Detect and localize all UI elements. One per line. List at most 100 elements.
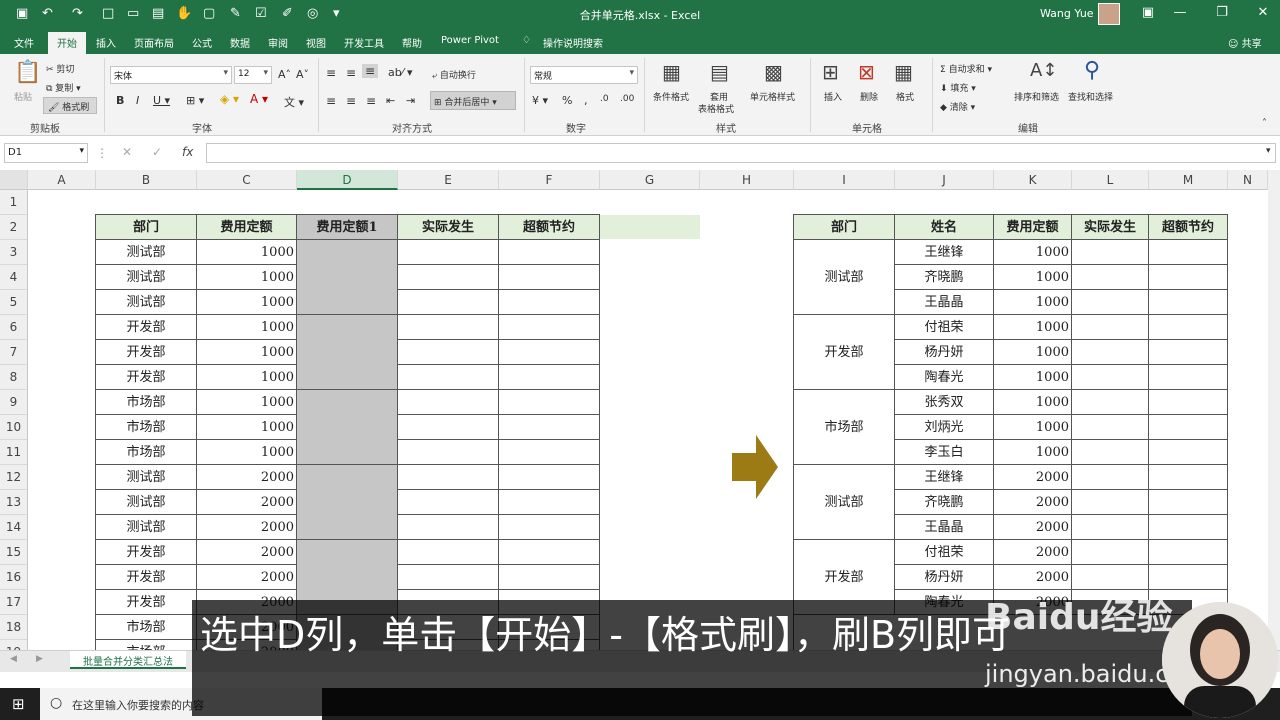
table-row-actual[interactable] (398, 265, 499, 290)
table-row-quota1[interactable] (297, 465, 398, 490)
align-right-icon[interactable]: ≡ (366, 94, 376, 108)
table-row-name[interactable]: 王晶晶 (895, 515, 994, 540)
conditional-format-icon[interactable]: ▦ (662, 60, 681, 84)
column-header-h[interactable]: H (700, 170, 794, 190)
left-table-header[interactable]: 费用定额1 (297, 215, 398, 240)
table-row-actual[interactable] (398, 390, 499, 415)
table-row-quota1[interactable] (297, 490, 398, 515)
tab-help[interactable]: 帮助 (402, 35, 422, 50)
table-row-actual[interactable] (1072, 265, 1149, 290)
table-row-dept[interactable]: 开发部 (96, 590, 197, 615)
table-row-dept[interactable]: 测试部 (96, 240, 197, 265)
sheet-tab-active[interactable]: 批量合并分类汇总法 (70, 651, 186, 669)
table-row-dept[interactable]: 市场部 (96, 440, 197, 465)
table-row-actual[interactable] (398, 540, 499, 565)
left-table-header[interactable]: 实际发生 (398, 215, 499, 240)
table-row-actual[interactable] (398, 290, 499, 315)
currency-icon[interactable]: ¥ ▾ (532, 94, 548, 107)
align-middle-icon[interactable]: ≡ (346, 66, 356, 80)
row-header-2[interactable]: 2 (0, 215, 28, 240)
tab-file[interactable]: 文件 (14, 35, 34, 50)
row-header-12[interactable]: 12 (0, 465, 28, 490)
formula-input[interactable] (206, 143, 1276, 163)
table-row-variance[interactable] (499, 465, 600, 490)
table-row-name[interactable]: 陶春光 (895, 365, 994, 390)
next-sheet-icon[interactable]: ▶ (36, 654, 43, 664)
worksheet-grid[interactable]: ABCDEFGHIJKLMN 1 2 3 4 5 6 7 8 9 10 11 12 13 14 15 16 17… (0, 170, 1280, 665)
close-icon[interactable]: ✕ (1248, 5, 1278, 20)
column-header-c[interactable]: C (197, 170, 297, 190)
table-row-amount[interactable]: 1000 (994, 390, 1072, 415)
share-button[interactable]: ☺ 共享 (1228, 35, 1262, 50)
row-header-9[interactable]: 9 (0, 390, 28, 415)
merged-dept-cell[interactable]: 市场部 (794, 390, 895, 465)
table-row-variance[interactable] (1149, 440, 1228, 465)
align-left-icon[interactable]: ≡ (326, 94, 336, 108)
row-header-16[interactable]: 16 (0, 565, 28, 590)
align-bottom-icon[interactable]: ≡ (362, 64, 379, 78)
table-row-actual[interactable] (398, 515, 499, 540)
orientation-icon[interactable]: ab⁄ ▾ (388, 66, 413, 79)
autosum-button[interactable]: Σ 自动求和 ▾ (940, 62, 992, 75)
find-select-button[interactable]: 查找和选择 (1068, 90, 1113, 103)
table-row-actual[interactable] (1072, 515, 1149, 540)
table-row-dept[interactable]: 开发部 (96, 315, 197, 340)
table-row-variance[interactable] (499, 340, 600, 365)
clear-button[interactable]: ◆ 清除 ▾ (940, 100, 975, 113)
cut-button[interactable]: ✂ 剪切 (46, 62, 74, 75)
merge-center-button[interactable]: ⊞ 合并后居中 ▾ (430, 91, 516, 110)
tab-developer[interactable]: 开发工具 (344, 35, 384, 50)
row-header-3[interactable]: 3 (0, 240, 28, 265)
column-header-e[interactable]: E (398, 170, 499, 190)
table-row-actual[interactable] (398, 315, 499, 340)
align-center-icon[interactable]: ≡ (346, 94, 356, 108)
table-row-variance[interactable] (1149, 540, 1228, 565)
table-row-amount[interactable]: 1000 (197, 340, 297, 365)
expand-formula-icon[interactable]: ▾ (1266, 146, 1271, 156)
column-header-f[interactable]: F (499, 170, 600, 190)
table-row-amount[interactable]: 2000 (197, 565, 297, 590)
table-row-amount[interactable]: 2000 (994, 565, 1072, 590)
borders-icon[interactable]: ⊞ ▾ (186, 94, 204, 107)
table-row-amount[interactable]: 1000 (994, 290, 1072, 315)
font-size-select[interactable]: 12 ▾ (234, 66, 272, 84)
tab-power-pivot[interactable]: Power Pivot (441, 35, 499, 46)
right-table-header[interactable]: 实际发生 (1072, 215, 1149, 240)
table-row-actual[interactable] (398, 240, 499, 265)
format-cells-icon[interactable]: ▦ (894, 60, 913, 84)
paste-icon[interactable]: 📋 (14, 60, 41, 85)
column-header-b[interactable]: B (96, 170, 197, 190)
table-row-amount[interactable]: 1000 (994, 440, 1072, 465)
increase-decimal-icon[interactable]: .0 (600, 94, 609, 104)
table-row-quota1[interactable] (297, 565, 398, 590)
table-row-variance[interactable] (499, 365, 600, 390)
table-row-name[interactable]: 杨丹妍 (895, 340, 994, 365)
table-row-actual[interactable] (1072, 465, 1149, 490)
insert-cells-icon[interactable]: ⊞ (822, 60, 839, 84)
table-row-quota1[interactable] (297, 515, 398, 540)
bold-icon[interactable]: B (116, 94, 124, 107)
tab-review[interactable]: 审阅 (268, 35, 288, 50)
table-row-variance[interactable] (499, 515, 600, 540)
table-row-variance[interactable] (499, 565, 600, 590)
table-row-variance[interactable] (499, 240, 600, 265)
table-row-actual[interactable] (1072, 390, 1149, 415)
column-header-j[interactable]: J (895, 170, 994, 190)
table-row-quota1[interactable] (297, 340, 398, 365)
conditional-format-button[interactable]: 条件格式 (653, 90, 689, 103)
table-row-dept[interactable]: 开发部 (96, 340, 197, 365)
table-row-amount[interactable]: 2000 (197, 465, 297, 490)
table-row-actual[interactable] (398, 415, 499, 440)
table-row-variance[interactable] (1149, 390, 1228, 415)
wrap-text-button[interactable]: ⤶ 自动换行 (432, 68, 476, 81)
table-row-actual[interactable] (1072, 490, 1149, 515)
font-shrink-icon[interactable]: A˅ (296, 68, 309, 81)
table-row-quota1[interactable] (297, 540, 398, 565)
table-row-actual[interactable] (398, 490, 499, 515)
table-row-name[interactable]: 李玉白 (895, 440, 994, 465)
underline-icon[interactable]: U ▾ (153, 94, 170, 107)
comma-icon[interactable]: , (584, 94, 588, 107)
table-row-amount[interactable]: 1000 (994, 265, 1072, 290)
table-row-actual[interactable] (1072, 240, 1149, 265)
table-row-variance[interactable] (499, 265, 600, 290)
